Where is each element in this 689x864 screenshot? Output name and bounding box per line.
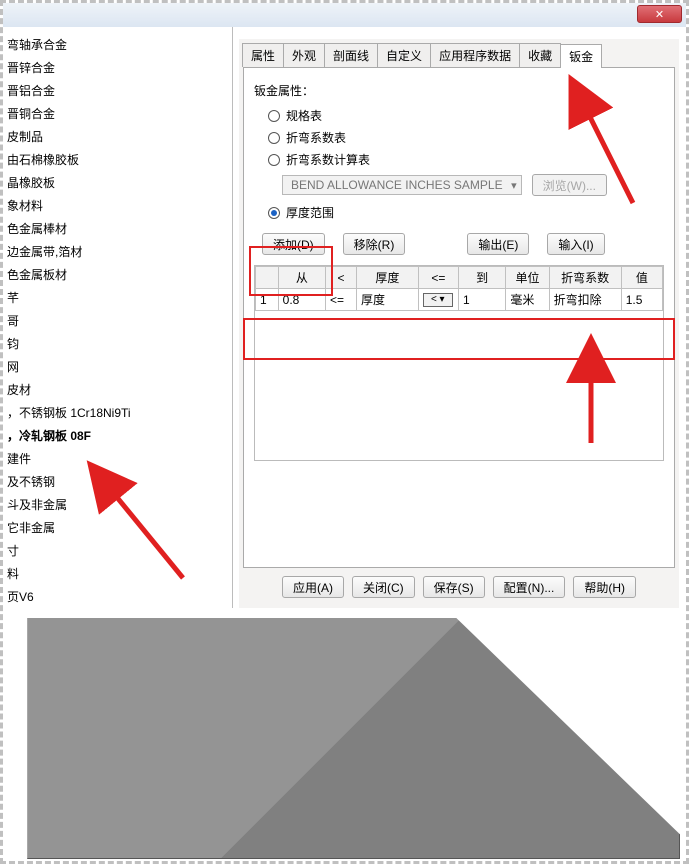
tree-item[interactable]: 晋铝合金 [3,79,232,102]
tab-appdata[interactable]: 应用程序数据 [430,43,520,67]
tree-item[interactable]: 皮材 [3,378,232,401]
add-button[interactable]: 添加(D) [262,233,325,255]
tree-item[interactable]: 寸 [3,539,232,562]
tree-item[interactable]: 料 [3,562,232,585]
tree-item[interactable]: 晋锌合金 [3,56,232,79]
tree-item-selected[interactable]: ，冷轧钢板 08F [3,424,232,447]
close-icon: ✕ [655,8,664,21]
viewport-3d [7,613,680,859]
th-unit: 单位 [506,267,549,289]
button-row: 添加(D) 移除(R) 输出(E) 输入(I) [262,233,664,255]
th-val: 值 [621,267,662,289]
tab-favorites[interactable]: 收藏 [519,43,561,67]
material-tree[interactable]: 弯轴承合金 晋锌合金 晋铝合金 晋铜合金 皮制品 由石棉橡胶板 晶橡胶板 象材料… [3,27,233,613]
tree-item[interactable]: 斗及非金属 [3,493,232,516]
th-to: 到 [458,267,505,289]
th-op1: < [326,267,357,289]
tabbar: 属性 外观 剖面线 自定义 应用程序数据 收藏 钣金 [243,43,675,68]
cell-coef[interactable]: 折弯扣除 [549,289,621,311]
apply-button[interactable]: 应用(A) [282,576,344,598]
remove-button[interactable]: 移除(R) [343,233,406,255]
tree-item[interactable]: 边金属带,箔材 [3,240,232,263]
tree-item[interactable]: 晶橡胶板 [3,171,232,194]
tab-sheetmetal[interactable]: 钣金 [560,44,602,68]
tab-panel-sheetmetal: 钣金属性： 规格表 折弯系数表 折弯系数计算表 BEND ALLOWANCE I… [243,68,675,568]
th-index [256,267,279,289]
window-close-button[interactable]: ✕ [637,5,682,23]
radio-label: 规格表 [286,107,322,124]
radio-label: 折弯系数计算表 [286,151,370,168]
radio-icon [268,132,280,144]
tab-properties[interactable]: 属性 [242,43,284,67]
radio-icon [268,207,280,219]
help-button[interactable]: 帮助(H) [573,576,636,598]
cell-op1[interactable]: <= [326,289,357,311]
tree-item[interactable]: 色金属棒材 [3,217,232,240]
radio-icon [268,154,280,166]
table-row[interactable]: 1 0.8 <= 厚度 < ▾ 1 毫米 折弯扣除 1.5 [256,289,663,311]
cell-val[interactable]: 1.5 [621,289,662,311]
titlebar: ✕ [3,3,686,27]
tab-custom[interactable]: 自定义 [377,43,431,67]
radio-label: 厚度范围 [286,204,334,221]
dialog-buttons: 应用(A) 关闭(C) 保存(S) 配置(N)... 帮助(H) [239,576,679,598]
cell-op2[interactable]: < ▾ [418,289,458,311]
tree-item[interactable]: 晋铜合金 [3,102,232,125]
th-from: 从 [278,267,325,289]
config-button[interactable]: 配置(N)... [493,576,566,598]
tree-item[interactable]: 哥 [3,309,232,332]
panel-label: 钣金属性： [254,82,664,99]
cell-unit[interactable]: 毫米 [506,289,549,311]
radio-thickness-range[interactable]: 厚度范围 [268,204,664,221]
tree-item[interactable]: ，不锈钢板 1Cr18Ni9Ti [3,401,232,424]
cell-from[interactable]: 0.8 [278,289,325,311]
thickness-table: 从 < 厚度 <= 到 单位 折弯系数 值 1 0. [254,265,664,461]
save-button[interactable]: 保存(S) [423,576,485,598]
tree-item[interactable]: 建件 [3,447,232,470]
radio-calc-table[interactable]: 折弯系数计算表 [268,151,664,168]
tree-item[interactable]: 及不锈钢 [3,470,232,493]
import-button[interactable]: 输入(I) [547,233,604,255]
tree-item[interactable]: 网 [3,355,232,378]
tree-item[interactable]: 弯轴承合金 [3,33,232,56]
dropdown-value: BEND ALLOWANCE INCHES SAMPLE [291,178,503,192]
cell-to[interactable]: 1 [458,289,505,311]
tree-item[interactable]: 页V6 [3,585,232,608]
properties-pane: 属性 外观 剖面线 自定义 应用程序数据 收藏 钣金 钣金属性： 规格表 折弯系… [239,39,679,615]
radio-icon [268,110,280,122]
radio-label: 折弯系数表 [286,129,346,146]
cell-index: 1 [256,289,279,311]
th-coef: 折弯系数 [549,267,621,289]
radio-bend-table[interactable]: 折弯系数表 [268,129,664,146]
tree-item[interactable]: 钧 [3,332,232,355]
th-op2: <= [418,267,458,289]
tree-item[interactable]: 象材料 [3,194,232,217]
tab-appearance[interactable]: 外观 [283,43,325,67]
tree-item[interactable]: 由石棉橡胶板 [3,148,232,171]
cell-thickness[interactable]: 厚度 [356,289,418,311]
radio-gauge-table[interactable]: 规格表 [268,107,664,124]
tree-item[interactable]: 皮制品 [3,125,232,148]
tab-crosshatch[interactable]: 剖面线 [324,43,378,67]
tree-item[interactable]: 色金属板材 [3,263,232,286]
op2-dropdown[interactable]: < ▾ [423,293,453,307]
tree-item[interactable]: 它非金属 [3,516,232,539]
sample-dropdown[interactable]: BEND ALLOWANCE INCHES SAMPLE [282,175,522,195]
th-thickness: 厚度 [356,267,418,289]
browse-button[interactable]: 浏览(W)... [532,174,607,196]
export-button[interactable]: 输出(E) [467,233,529,255]
tree-item[interactable]: 芊 [3,286,232,309]
close-button[interactable]: 关闭(C) [352,576,415,598]
